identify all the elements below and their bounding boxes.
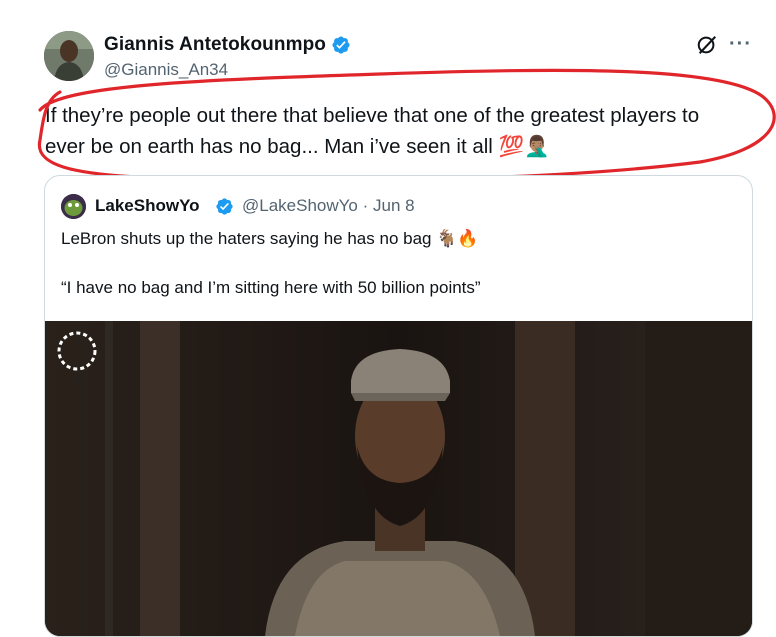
tweet-text: If they’re people out there that believe…: [45, 100, 760, 162]
quoted-text-1: LeBron shuts up the haters saying he has…: [61, 229, 479, 248]
quoted-text-2: “I have no bag and I’m sitting here with…: [61, 278, 481, 297]
meta-separator: ·: [362, 196, 369, 215]
video-thumbnail[interactable]: [45, 321, 752, 636]
author-avatar[interactable]: [44, 31, 94, 81]
grok-icon[interactable]: [696, 34, 718, 56]
quoted-meta: @LakeShowYo · Jun 8: [242, 196, 415, 216]
verified-badge-icon: [332, 36, 350, 54]
quoted-author-handle: @LakeShowYo: [242, 196, 358, 215]
quoted-date: Jun 8: [373, 196, 415, 215]
author-name[interactable]: Giannis Antetokounmpo: [104, 34, 326, 56]
quoted-tweet[interactable]: LakeShowYo @LakeShowYo · Jun 8 LeBron sh…: [44, 175, 753, 637]
quoted-author-avatar: [61, 194, 86, 219]
quoted-verified-badge-icon: [216, 198, 233, 215]
tweet-text-line-2: ever be on earth has no bag... Man i’ve …: [45, 135, 550, 158]
more-options-icon[interactable]: ···: [729, 33, 752, 56]
author-handle[interactable]: @Giannis_An34: [104, 60, 228, 80]
tweet-card: Giannis Antetokounmpo @Giannis_An34 ··· …: [0, 0, 776, 637]
tweet-text-line-1: If they’re people out there that believe…: [45, 104, 700, 127]
quoted-author-name: LakeShowYo: [95, 196, 200, 215]
